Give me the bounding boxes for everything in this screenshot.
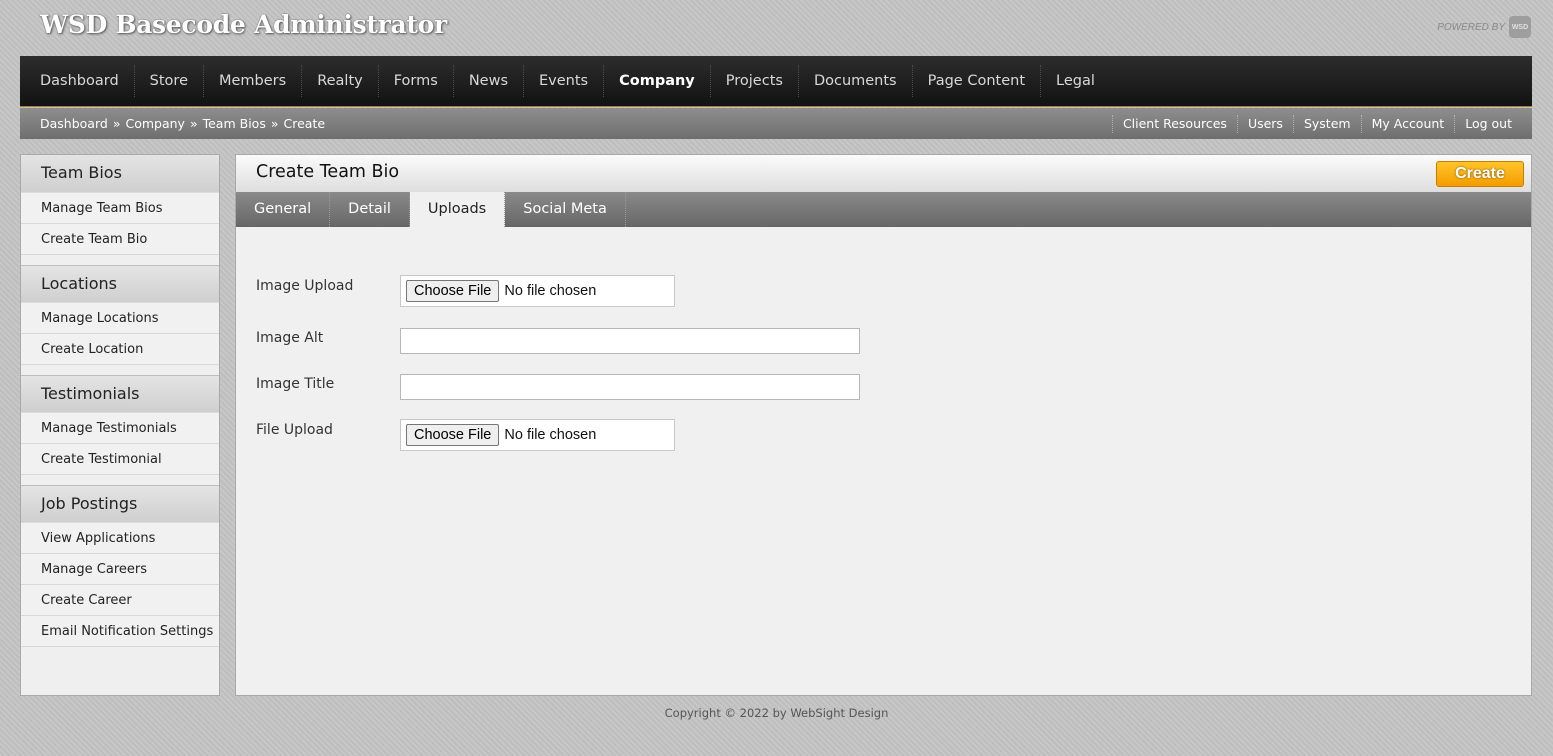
tab-bar: General Detail Uploads Social Meta bbox=[236, 192, 1531, 227]
breadcrumb-separator: » bbox=[112, 116, 121, 131]
app-title: WSD Basecode Administrator bbox=[40, 10, 447, 39]
image-title-label: Image Title bbox=[256, 376, 335, 392]
sidebar-group-team-bios: Team Bios Manage Team Bios Create Team Bio bbox=[21, 155, 219, 255]
util-link-my-account[interactable]: My Account bbox=[1360, 114, 1455, 133]
nav-item-projects[interactable]: Projects bbox=[711, 65, 799, 97]
image-title-input[interactable] bbox=[400, 374, 860, 400]
sidebar-item-email-notification-settings[interactable]: Email Notification Settings bbox=[21, 616, 219, 647]
image-file-status: No file chosen bbox=[504, 283, 597, 299]
content-header: Create Team Bio Create bbox=[236, 155, 1531, 192]
sidebar: Team Bios Manage Team Bios Create Team Bio… bbox=[20, 154, 220, 696]
sidebar-item-view-applications[interactable]: View Applications bbox=[21, 523, 219, 554]
sidebar-item-manage-testimonials[interactable]: Manage Testimonials bbox=[21, 413, 219, 444]
nav-item-dashboard[interactable]: Dashboard bbox=[25, 65, 135, 97]
nav-item-forms[interactable]: Forms bbox=[379, 65, 454, 97]
utility-links: Client Resources Users System My Account Log… bbox=[1111, 114, 1522, 133]
sidebar-group-locations: Locations Manage Locations Create Location bbox=[21, 265, 219, 365]
image-alt-label: Image Alt bbox=[256, 330, 324, 346]
sidebar-item-create-career[interactable]: Create Career bbox=[21, 585, 219, 616]
nav-item-members[interactable]: Members bbox=[204, 65, 303, 97]
powered-by-text: POWERED BY bbox=[1437, 21, 1505, 33]
image-upload-field: Choose File No file chosen bbox=[400, 275, 675, 307]
tab-detail[interactable]: Detail bbox=[330, 192, 410, 227]
sidebar-item-create-testimonial[interactable]: Create Testimonial bbox=[21, 444, 219, 475]
sidebar-item-create-team-bio[interactable]: Create Team Bio bbox=[21, 224, 219, 255]
sub-bar: Dashboard » Company » Team Bios » Create Clien… bbox=[20, 108, 1532, 139]
footer-copyright: Copyright © 2022 by WebSight Design bbox=[664, 706, 889, 720]
sidebar-item-manage-careers[interactable]: Manage Careers bbox=[21, 554, 219, 585]
breadcrumb-team-bios[interactable]: Team Bios bbox=[203, 116, 266, 131]
util-link-client-resources[interactable]: Client Resources bbox=[1111, 114, 1237, 133]
nav-item-news[interactable]: News bbox=[454, 65, 525, 97]
page-title: Create Team Bio bbox=[256, 162, 400, 182]
breadcrumb: Dashboard » Company » Team Bios » Create bbox=[40, 116, 325, 131]
nav-item-company[interactable]: Company bbox=[604, 65, 711, 97]
file-upload-field: Choose File No file chosen bbox=[400, 419, 675, 451]
sidebar-heading-team-bios: Team Bios bbox=[21, 155, 219, 193]
tab-general[interactable]: General bbox=[236, 192, 331, 227]
nav-item-events[interactable]: Events bbox=[524, 65, 605, 97]
tab-social-meta[interactable]: Social Meta bbox=[505, 192, 626, 227]
util-link-system[interactable]: System bbox=[1292, 114, 1361, 133]
tab-uploads[interactable]: Uploads bbox=[409, 192, 506, 227]
breadcrumb-create: Create bbox=[283, 116, 326, 131]
nav-item-store[interactable]: Store bbox=[135, 65, 204, 97]
file-choose-file-button[interactable]: Choose File bbox=[406, 424, 500, 446]
powered-by: POWERED BY WSD bbox=[1437, 16, 1531, 38]
sidebar-heading-locations: Locations bbox=[21, 265, 219, 303]
image-choose-file-button[interactable]: Choose File bbox=[406, 280, 500, 302]
file-status: No file chosen bbox=[504, 427, 597, 443]
sidebar-item-manage-locations[interactable]: Manage Locations bbox=[21, 303, 219, 334]
nav-item-page-content[interactable]: Page Content bbox=[913, 65, 1042, 97]
sidebar-heading-testimonials: Testimonials bbox=[21, 375, 219, 413]
breadcrumb-separator: » bbox=[189, 116, 198, 131]
content-panel: Create Team Bio Create General Detail Uplo… bbox=[235, 154, 1532, 696]
util-link-log-out[interactable]: Log out bbox=[1454, 114, 1522, 133]
image-upload-label: Image Upload bbox=[256, 278, 354, 294]
sidebar-heading-job-postings: Job Postings bbox=[21, 485, 219, 523]
wsd-logo[interactable]: WSD bbox=[1509, 16, 1531, 38]
util-link-users[interactable]: Users bbox=[1236, 114, 1293, 133]
sidebar-group-testimonials: Testimonials Manage Testimonials Create Te… bbox=[21, 375, 219, 475]
main-nav: Dashboard Store Members Realty Forms News Even… bbox=[20, 56, 1532, 107]
breadcrumb-dashboard[interactable]: Dashboard bbox=[40, 116, 108, 131]
create-button[interactable]: Create bbox=[1436, 161, 1524, 187]
breadcrumb-separator: » bbox=[270, 116, 279, 131]
nav-item-realty[interactable]: Realty bbox=[302, 65, 379, 97]
file-upload-label: File Upload bbox=[256, 422, 333, 438]
nav-item-legal[interactable]: Legal bbox=[1041, 65, 1110, 97]
sidebar-item-create-location[interactable]: Create Location bbox=[21, 334, 219, 365]
sidebar-group-job-postings: Job Postings View Applications Manage Care… bbox=[21, 485, 219, 647]
breadcrumb-company[interactable]: Company bbox=[125, 116, 184, 131]
sidebar-item-manage-team-bios[interactable]: Manage Team Bios bbox=[21, 193, 219, 224]
image-alt-input[interactable] bbox=[400, 328, 860, 354]
nav-item-documents[interactable]: Documents bbox=[799, 65, 913, 97]
